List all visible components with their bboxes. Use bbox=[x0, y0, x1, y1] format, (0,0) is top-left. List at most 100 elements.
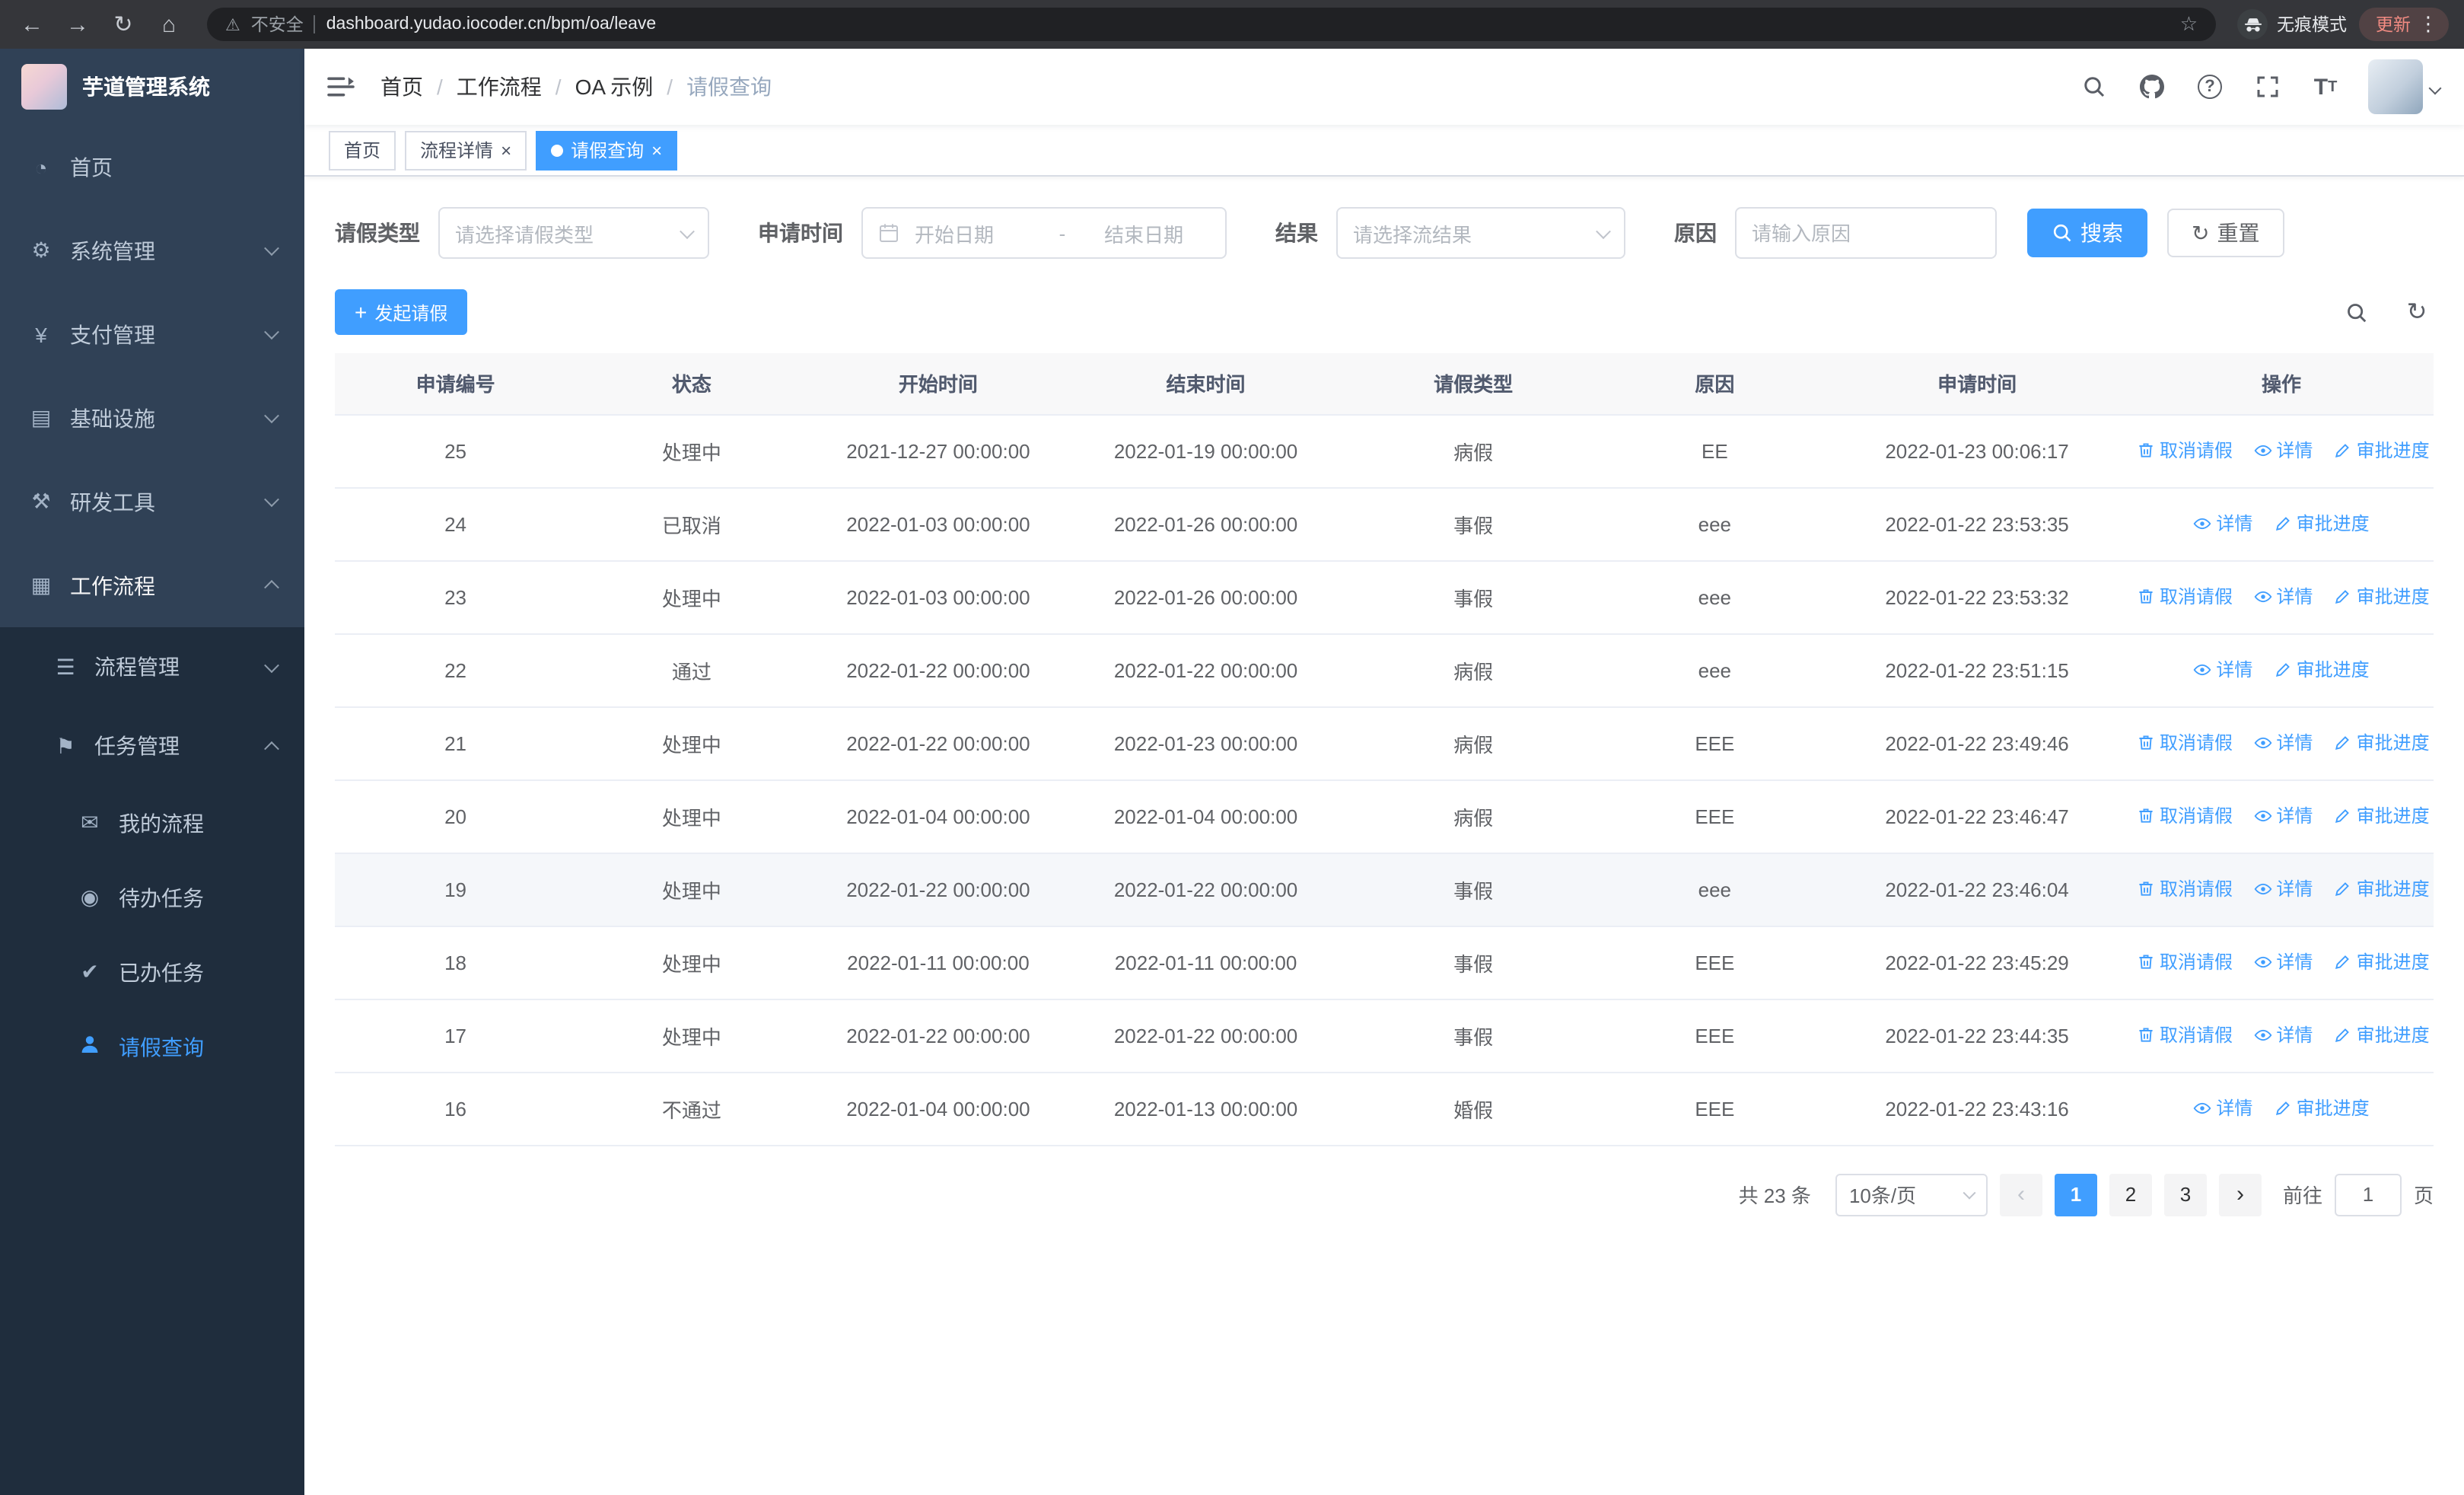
breadcrumb-separator: / bbox=[555, 75, 562, 99]
forward-icon[interactable]: → bbox=[61, 8, 94, 41]
cancel-leave-link[interactable]: 取消请假 bbox=[2137, 730, 2233, 756]
prev-page-button[interactable]: ‹ bbox=[1999, 1173, 2042, 1216]
approval-progress-link[interactable]: 审批进度 bbox=[2334, 584, 2430, 610]
tab-process-detail[interactable]: 流程详情 × bbox=[405, 130, 527, 170]
create-leave-button[interactable]: + 发起请假 bbox=[335, 289, 468, 335]
refresh-table-icon[interactable]: ↻ bbox=[2400, 295, 2434, 329]
tab-leave-query[interactable]: 请假查询 × bbox=[536, 130, 678, 170]
cancel-leave-link[interactable]: 取消请假 bbox=[2137, 803, 2233, 829]
approval-progress-link[interactable]: 审批进度 bbox=[2334, 949, 2430, 975]
detail-link[interactable]: 详情 bbox=[2253, 949, 2313, 975]
close-tab-icon[interactable]: × bbox=[501, 141, 511, 159]
approval-progress-link[interactable]: 审批进度 bbox=[2334, 1022, 2430, 1048]
page-2-button[interactable]: 2 bbox=[2109, 1173, 2152, 1216]
reset-button[interactable]: ↻ 重置 bbox=[2167, 209, 2284, 257]
approval-progress-link[interactable]: 审批进度 bbox=[2334, 730, 2430, 756]
approval-progress-link[interactable]: 审批进度 bbox=[2274, 657, 2370, 683]
approval-progress-link[interactable]: 审批进度 bbox=[2334, 876, 2430, 902]
bookmark-star-icon[interactable]: ☆ bbox=[2180, 12, 2198, 37]
cell-status: 处理中 bbox=[576, 779, 807, 853]
col-operations: 操作 bbox=[2129, 353, 2434, 415]
leave-type-select[interactable]: 请选择请假类型 bbox=[438, 207, 709, 259]
sidebar-item-workflow[interactable]: ▦ 工作流程 bbox=[0, 543, 304, 627]
page-unit: 页 bbox=[2413, 1184, 2434, 1207]
sidebar-item-payment[interactable]: ¥ 支付管理 bbox=[0, 292, 304, 376]
result-select[interactable]: 请选择流结果 bbox=[1336, 207, 1625, 259]
approval-progress-link[interactable]: 审批进度 bbox=[2274, 1095, 2370, 1121]
incognito-icon bbox=[2237, 9, 2268, 40]
col-start-time: 开始时间 bbox=[807, 353, 1070, 415]
toggle-search-icon[interactable] bbox=[2339, 295, 2373, 329]
screen: ← → ↻ ⌂ ⚠ 不安全 dashboard.yudao.iocoder.cn… bbox=[0, 0, 2464, 1495]
app-logo[interactable]: 芋道管理系统 bbox=[0, 49, 304, 125]
page-3-button[interactable]: 3 bbox=[2163, 1173, 2207, 1216]
sidebar-item-home[interactable]: ◔ 首页 bbox=[0, 125, 304, 209]
fullscreen-icon[interactable] bbox=[2252, 72, 2283, 102]
detail-link[interactable]: 详情 bbox=[2253, 438, 2313, 464]
cell-start-time: 2022-01-11 00:00:00 bbox=[807, 926, 1070, 999]
cell-apply-id: 23 bbox=[335, 560, 577, 634]
sidebar-item-devtools[interactable]: ⚒ 研发工具 bbox=[0, 460, 304, 543]
goto-page-input[interactable] bbox=[2334, 1173, 2402, 1216]
cancel-leave-link[interactable]: 取消请假 bbox=[2137, 949, 2233, 975]
help-icon[interactable]: ? bbox=[2195, 72, 2225, 102]
sidebar-item-done-tasks[interactable]: ✔ 已办任务 bbox=[0, 935, 304, 1009]
cell-apply-time: 2022-01-22 23:45:29 bbox=[1825, 926, 2130, 999]
page-size-select[interactable]: 10条/页 bbox=[1835, 1173, 1988, 1216]
approval-progress-link[interactable]: 审批进度 bbox=[2274, 511, 2370, 537]
detail-link[interactable]: 详情 bbox=[2253, 1022, 2313, 1048]
approval-progress-link[interactable]: 审批进度 bbox=[2334, 438, 2430, 464]
breadcrumb-oa-example[interactable]: OA 示例 bbox=[575, 72, 654, 102]
back-icon[interactable]: ← bbox=[15, 8, 49, 41]
detail-link[interactable]: 详情 bbox=[2253, 803, 2313, 829]
date-range-picker[interactable]: 开始日期 - 结束日期 bbox=[861, 207, 1227, 259]
home-icon[interactable]: ⌂ bbox=[152, 8, 186, 41]
eye-icon bbox=[2253, 880, 2271, 898]
reason-input[interactable] bbox=[1735, 207, 1997, 259]
cancel-leave-link[interactable]: 取消请假 bbox=[2137, 1022, 2233, 1048]
cancel-leave-link[interactable]: 取消请假 bbox=[2137, 876, 2233, 902]
address-bar[interactable]: ⚠ 不安全 dashboard.yudao.iocoder.cn/bpm/oa/… bbox=[207, 8, 2216, 41]
delete-icon bbox=[2137, 807, 2155, 825]
sidebar-item-infrastructure[interactable]: ▤ 基础设施 bbox=[0, 376, 304, 460]
sidebar-item-system[interactable]: ⚙ 系统管理 bbox=[0, 209, 304, 292]
approval-progress-link[interactable]: 审批进度 bbox=[2334, 803, 2430, 829]
sidebar-item-pending-tasks[interactable]: ◉ 待办任务 bbox=[0, 860, 304, 935]
reload-icon[interactable]: ↻ bbox=[107, 8, 140, 41]
cancel-leave-link[interactable]: 取消请假 bbox=[2137, 438, 2233, 464]
collapse-sidebar-icon[interactable] bbox=[323, 69, 359, 105]
page-1-button[interactable]: 1 bbox=[2054, 1173, 2097, 1216]
next-page-button[interactable]: › bbox=[2218, 1173, 2262, 1216]
breadcrumb-workflow[interactable]: 工作流程 bbox=[457, 72, 542, 102]
detail-link[interactable]: 详情 bbox=[2193, 1095, 2252, 1121]
search-button[interactable]: 搜索 bbox=[2027, 209, 2147, 257]
sidebar-item-leave-query[interactable]: 请假查询 bbox=[0, 1009, 304, 1084]
font-size-icon[interactable]: TT bbox=[2310, 72, 2341, 102]
cell-start-time: 2022-01-03 00:00:00 bbox=[807, 487, 1070, 561]
github-icon[interactable] bbox=[2137, 72, 2167, 102]
detail-link[interactable]: 详情 bbox=[2193, 511, 2252, 537]
cell-apply-id: 24 bbox=[335, 487, 577, 561]
menu-dots-icon[interactable]: ⋮ bbox=[2418, 12, 2438, 37]
detail-link[interactable]: 详情 bbox=[2253, 584, 2313, 610]
detail-link[interactable]: 详情 bbox=[2193, 657, 2252, 683]
sidebar-item-label: 工作流程 bbox=[70, 573, 155, 598]
sidebar-item-process-management[interactable]: ☰ 流程管理 bbox=[0, 627, 304, 706]
cancel-leave-link[interactable]: 取消请假 bbox=[2137, 584, 2233, 610]
plus-icon: + bbox=[355, 300, 368, 324]
sidebar-item-my-processes[interactable]: ✉ 我的流程 bbox=[0, 786, 304, 860]
breadcrumb-current: 请假查询 bbox=[686, 75, 772, 99]
detail-link[interactable]: 详情 bbox=[2253, 876, 2313, 902]
table-toolbar: + 发起请假 ↻ bbox=[335, 289, 2434, 335]
user-menu[interactable] bbox=[2368, 59, 2442, 114]
close-tab-icon[interactable]: × bbox=[651, 141, 662, 159]
search-icon[interactable] bbox=[2079, 72, 2109, 102]
tab-home[interactable]: 首页 bbox=[329, 130, 396, 170]
detail-link[interactable]: 详情 bbox=[2253, 730, 2313, 756]
update-button[interactable]: 更新 ⋮ bbox=[2359, 8, 2449, 41]
sidebar-item-label: 请假查询 bbox=[119, 1034, 204, 1059]
breadcrumb-home[interactable]: 首页 bbox=[380, 72, 423, 102]
cell-apply-id: 21 bbox=[335, 706, 577, 780]
cell-reason: eee bbox=[1604, 853, 1826, 926]
sidebar-item-task-management[interactable]: ⚑ 任务管理 bbox=[0, 706, 304, 786]
